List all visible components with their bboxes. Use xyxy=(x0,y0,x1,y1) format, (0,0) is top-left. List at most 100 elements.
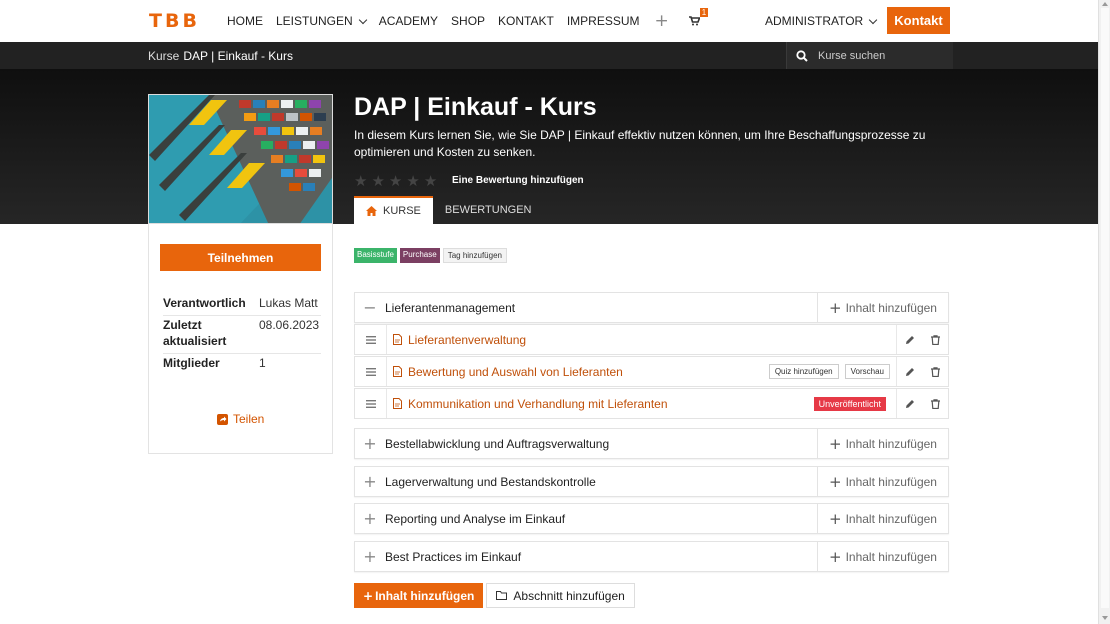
document-icon xyxy=(393,334,402,345)
course-section[interactable]: − Lieferantenmanagement + Inhalt hinzufüg… xyxy=(354,292,949,323)
home-icon xyxy=(366,206,377,216)
add-content-button[interactable]: + Inhalt hinzufügen xyxy=(817,542,948,571)
plus-icon: + xyxy=(363,588,374,603)
section-title: Bestellabwicklung und Auftragsverwaltung xyxy=(385,436,610,451)
star-icon[interactable]: ★ xyxy=(354,172,367,190)
bottom-actions: + Inhalt hinzufügen Abschnitt hinzufügen xyxy=(354,583,635,608)
expand-icon[interactable]: + xyxy=(355,547,385,566)
add-section-button[interactable]: Abschnitt hinzufügen xyxy=(486,583,635,608)
course-section[interactable]: + Best Practices im Einkauf + Inhalt hinz… xyxy=(354,541,949,572)
course-section[interactable]: + Lagerverwaltung und Bestandskontrolle … xyxy=(354,466,949,497)
plus-icon: + xyxy=(829,547,842,566)
expand-icon[interactable]: + xyxy=(355,434,385,453)
lesson-actions xyxy=(896,389,948,418)
tab-kurse[interactable]: Kurse xyxy=(354,196,433,224)
preview-button[interactable]: Vorschau xyxy=(844,364,890,379)
star-icon[interactable]: ★ xyxy=(424,172,437,190)
course-title: DAP | Einkauf - Kurs xyxy=(354,93,597,121)
course-description: In diesem Kurs lernen Sie, wie Sie DAP |… xyxy=(354,128,926,159)
meta-key: Zuletzt aktualisiert xyxy=(163,318,227,348)
add-content-button[interactable]: + Inhalt hinzufügen xyxy=(817,467,948,496)
tag-badge[interactable]: Purchase xyxy=(399,248,440,263)
drag-handle-icon[interactable] xyxy=(355,357,387,386)
course-section[interactable]: + Bestellabwicklung und Auftragsverwaltu… xyxy=(354,428,949,459)
edit-icon[interactable] xyxy=(905,335,915,345)
document-icon xyxy=(393,366,402,377)
nav-item-shop[interactable]: Shop xyxy=(451,14,485,28)
add-content-button[interactable]: + Inhalt hinzufügen xyxy=(817,429,948,458)
trash-icon[interactable] xyxy=(931,334,940,345)
lesson-title[interactable]: Lieferantenverwaltung xyxy=(408,333,896,347)
star-icon[interactable]: ★ xyxy=(371,172,384,190)
plus-icon[interactable]: + xyxy=(655,11,669,31)
lesson-row[interactable]: Bewertung und Auswahl von Lieferanten Qu… xyxy=(354,356,949,387)
meta-value: 1 xyxy=(259,356,266,370)
course-meta: Verantwortlich Lukas Matt Zuletzt aktual… xyxy=(163,294,321,375)
scroll-down-icon[interactable] xyxy=(1102,616,1108,620)
course-search xyxy=(786,42,953,69)
meta-row: Verantwortlich Lukas Matt xyxy=(163,294,321,316)
tab-bewertungen[interactable]: Bewertungen xyxy=(433,196,544,224)
breadcrumb-root[interactable]: Kurse xyxy=(148,49,179,63)
course-thumbnail xyxy=(148,94,333,224)
search-input[interactable] xyxy=(818,49,938,62)
trash-icon[interactable] xyxy=(931,398,940,409)
add-rating-link[interactable]: Eine Bewertung hinzufügen xyxy=(452,175,584,186)
nav-item-leistungen[interactable]: Leistungen xyxy=(276,14,367,28)
course-sidebar: Teilnehmen Verantwortlich Lukas Matt Zul… xyxy=(148,224,333,454)
nav-item-home[interactable]: Home xyxy=(227,14,263,28)
meta-row: Zuletzt aktualisiert 08.06.2023 xyxy=(163,316,321,354)
page-scrollbar[interactable] xyxy=(1098,0,1110,624)
drag-handle-icon[interactable] xyxy=(355,389,387,418)
join-button[interactable]: Teilnehmen xyxy=(160,244,321,271)
contact-button[interactable]: Kontakt xyxy=(887,7,950,34)
search-icon[interactable] xyxy=(796,49,808,62)
user-menu[interactable]: Administrator xyxy=(765,0,878,42)
meta-value: Lukas Matt xyxy=(259,296,318,310)
add-content-button[interactable]: + Inhalt hinzufügen xyxy=(817,293,948,322)
site-logo[interactable]: TBB xyxy=(149,10,200,32)
share-link[interactable]: Teilen xyxy=(217,412,264,426)
nav-item-kontakt[interactable]: Kontakt xyxy=(498,14,554,28)
section-title: Best Practices im Einkauf xyxy=(385,549,522,564)
meta-row: Mitglieder 1 xyxy=(163,354,321,375)
main-menu: Home Leistungen Academy Shop Kontakt Imp… xyxy=(227,0,709,42)
course-tags: Basisstufe Purchase Tag hinzufügen xyxy=(354,248,510,263)
document-icon xyxy=(393,398,402,409)
cart-button[interactable]: 1 xyxy=(688,8,709,26)
breadcrumb-current: DAP | Einkauf - Kurs xyxy=(183,49,293,63)
drag-handle-icon[interactable] xyxy=(355,325,387,354)
collapse-icon[interactable]: − xyxy=(355,298,385,317)
edit-icon[interactable] xyxy=(905,399,915,409)
lesson-actions xyxy=(896,325,948,354)
add-quiz-button[interactable]: Quiz hinzufügen xyxy=(768,364,839,379)
course-section[interactable]: + Reporting und Analyse im Einkauf + Inha… xyxy=(354,503,949,534)
star-icon[interactable]: ★ xyxy=(406,172,419,190)
lesson-title[interactable]: Bewertung und Auswahl von Lieferanten xyxy=(408,365,769,379)
tag-badge[interactable]: Basisstufe xyxy=(354,248,397,263)
scroll-thumb[interactable] xyxy=(1101,8,1109,608)
folder-icon xyxy=(496,591,508,600)
lesson-title[interactable]: Kommunikation und Verhandlung mit Liefer… xyxy=(408,397,814,411)
course-tabs: Kurse Bewertungen xyxy=(354,196,544,224)
breadcrumb: Kurse DAP | Einkauf - Kurs xyxy=(148,49,293,63)
star-icon[interactable]: ★ xyxy=(389,172,402,190)
add-tag-button[interactable]: Tag hinzufügen xyxy=(442,248,507,263)
expand-icon[interactable]: + xyxy=(355,509,385,528)
add-content-button[interactable]: + Inhalt hinzufügen xyxy=(817,504,948,533)
scroll-up-icon[interactable] xyxy=(1102,2,1108,6)
add-content-main-button[interactable]: + Inhalt hinzufügen xyxy=(354,583,484,608)
lesson-row[interactable]: Kommunikation und Verhandlung mit Liefer… xyxy=(354,388,949,419)
lesson-row[interactable]: Lieferantenverwaltung xyxy=(354,324,949,355)
expand-icon[interactable]: + xyxy=(355,472,385,491)
rating-stars[interactable]: ★ ★ ★ ★ ★ xyxy=(354,172,441,190)
section-title: Reporting und Analyse im Einkauf xyxy=(385,511,566,526)
edit-icon[interactable] xyxy=(905,367,915,377)
nav-item-impressum[interactable]: Impressum xyxy=(567,14,640,28)
cart-icon xyxy=(688,16,700,26)
section-title: Lagerverwaltung und Bestandskontrolle xyxy=(385,474,596,489)
plus-icon: + xyxy=(829,509,842,528)
share-icon xyxy=(217,413,228,425)
trash-icon[interactable] xyxy=(931,366,940,377)
nav-item-academy[interactable]: Academy xyxy=(379,14,438,28)
